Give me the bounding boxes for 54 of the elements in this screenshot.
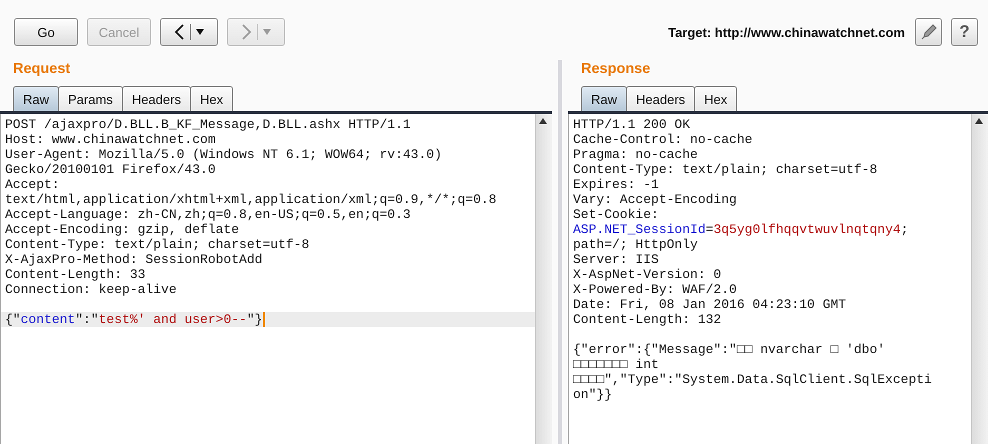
tab[interactable]: Params [58, 86, 123, 111]
code-line: Host: www.chinawatchnet.com [4, 132, 217, 147]
code-line: path=/; HttpOnly [572, 237, 699, 252]
tab[interactable]: Headers [122, 86, 191, 111]
code-line: Vary: Accept-Encoding [572, 192, 738, 207]
code-line: Server: IIS [572, 252, 660, 267]
chevron-left-icon [174, 24, 185, 40]
code-line: Gecko/20100101 Firefox/43.0 [4, 162, 217, 177]
code-line: Accept-Language: zh-CN,zh;q=0.8,en-US;q=0.5,en;q=0.3 [4, 207, 412, 222]
text-editor[interactable] [569, 114, 971, 444]
panel-title: Response [580, 60, 650, 79]
go-button[interactable]: Go [14, 18, 78, 46]
back-button[interactable] [160, 18, 218, 46]
tab[interactable]: Hex [694, 86, 738, 111]
code-line: X-AjaxPro-Method: SessionRobotAdd [4, 252, 264, 267]
chevron-right-icon [241, 24, 252, 40]
code-line: {"error":{"Message":"□□ nvarchar □ 'dbo' [572, 342, 886, 357]
code-line: □□□□","Type":"System.Data.SqlClient.SqlExcepti [572, 372, 933, 387]
code-line: Accept: [4, 177, 61, 192]
caret-icon [263, 29, 271, 35]
code-line: X-AspNet-Version: 0 [572, 267, 722, 282]
code-line: Connection: keep-alive [4, 282, 178, 297]
code-line: Expires: -1 [572, 177, 660, 192]
code-line: Content-Type: text/plain; charset=utf-8 [572, 162, 878, 177]
edit-button[interactable] [915, 18, 942, 46]
code-line: Date: Fri, 08 Jan 2016 04:23:10 GMT [572, 297, 848, 312]
code-line: □□□□□□□ int [572, 357, 660, 372]
tab[interactable]: Hex [190, 86, 234, 111]
panel-title: Request [12, 60, 70, 79]
code-line: Content-Length: 132 [572, 312, 722, 327]
text-editor[interactable] [1, 114, 535, 444]
code-line: Accept-Encoding: gzip, deflate [4, 222, 240, 237]
caret-icon [196, 29, 204, 35]
tab[interactable]: Headers [626, 86, 696, 111]
code-line: HTTP/1.1 200 OK [572, 117, 692, 132]
tab[interactable]: Raw [13, 86, 60, 111]
code-line: Content-Type: text/plain; charset=utf-8 [4, 237, 310, 252]
scrollbar[interactable] [971, 114, 988, 444]
pencil-icon [920, 24, 936, 40]
code-line: on"}} [572, 387, 614, 402]
scrollbar[interactable] [535, 114, 552, 444]
code-line: Cache-Control: no-cache [572, 132, 754, 147]
target-url: Target: http://www.chinawatchnet.com [668, 24, 905, 40]
code-line: Set-Cookie: [572, 207, 660, 222]
code-line: POST /ajaxpro/D.BLL.B_KF_Message,D.BLL.ashx HTTP/1.1 [4, 117, 412, 132]
code-line: X-Powered-By: WAF/2.0 [572, 282, 738, 297]
code-line: Content-Length: 33 [4, 267, 146, 282]
help-button[interactable]: ? [951, 18, 978, 46]
code-line: Pragma: no-cache [572, 147, 699, 162]
tab[interactable]: Raw [581, 86, 628, 111]
code-line: text/html,application/xhtml+xml,application/xml;q=0.9,*/*;q=0.8 [4, 192, 498, 207]
code-line: User-Agent: Mozilla/5.0 (Windows NT 6.1; WOW64; rv:43.0) [4, 147, 443, 162]
text-cursor [263, 312, 266, 327]
code-line: ASP.NET_SessionId=3q5yg0lfhqqvtwuvlnqtqny4; [572, 222, 910, 237]
